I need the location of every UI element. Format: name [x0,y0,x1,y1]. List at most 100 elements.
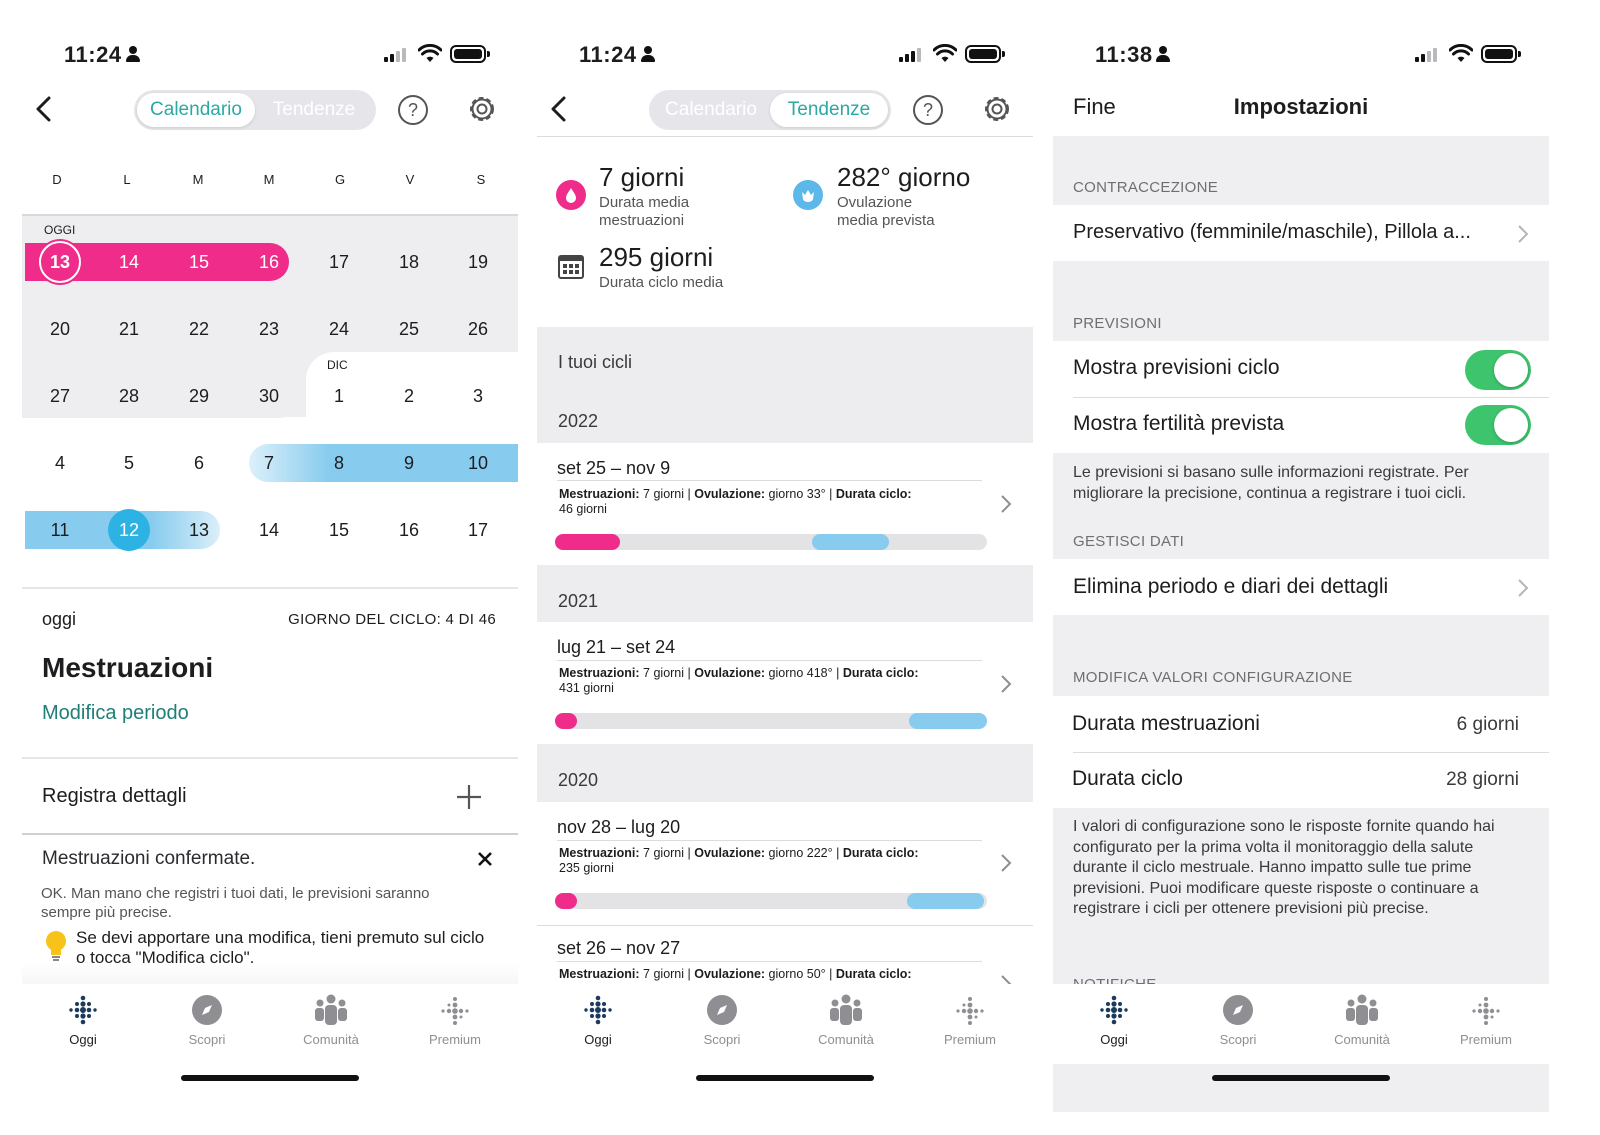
delete-data-row[interactable]: Elimina periodo e diari dei dettagli [1053,559,1549,615]
tab-oggi[interactable]: Oggi [28,992,138,1047]
trends-screen: 11:24 Calendario Tendenze ? 7 giorni Dur… [537,22,1033,1112]
calendar-day[interactable]: 29 [164,377,234,415]
tab-oggi[interactable]: Oggi [543,992,653,1047]
calendar-day[interactable]: 13 [25,243,95,281]
tab-oggi[interactable]: Oggi [1059,992,1169,1047]
calendar-day[interactable]: 17 [443,511,513,549]
avg-ovulation-label: Ovulazione [837,194,913,211]
status-bar: 11:24 [537,38,1033,72]
cycles-header-block [537,327,1033,443]
cycle-range: lug 21 – set 24 [557,637,676,657]
calendar-divider [22,214,518,216]
calendar-day[interactable]: 30 [234,377,304,415]
back-chevron-icon[interactable] [547,94,571,124]
gear-icon[interactable] [980,92,1014,126]
row-value: 28 giorni [1446,769,1519,790]
calendar-day[interactable]: 8 [304,444,374,482]
calendar-day[interactable]: 23 [234,310,304,348]
calendar-day[interactable]: 13 [164,511,234,549]
avg-period-value: 7 giorni [599,162,685,192]
status-time: 11:24 [64,42,122,67]
calendar-day[interactable]: 15 [304,511,374,549]
wifi-icon [933,44,957,62]
calendar-day[interactable]: 6 [164,444,234,482]
add-icon[interactable] [455,783,483,811]
calendar-day[interactable]: 21 [94,310,164,348]
fertile-segment [811,534,890,550]
calendar-day[interactable]: 19 [443,243,513,281]
calendar-day[interactable]: 20 [25,310,95,348]
edit-period-link[interactable]: Modifica periodo [42,702,189,725]
gear-icon[interactable] [465,92,499,126]
calendar-day[interactable]: 16 [374,511,444,549]
tab-scopri[interactable]: Scopri [1183,992,1293,1047]
help-icon[interactable]: ? [398,95,428,125]
person-icon [1156,46,1170,64]
period-segment [555,713,577,729]
calendar-day[interactable]: 5 [94,444,164,482]
close-icon[interactable] [478,852,492,866]
year-block [537,565,1033,622]
calendar-day[interactable]: 11 [25,511,95,549]
tab-comunita[interactable]: Comunità [276,992,386,1047]
calendar-day[interactable]: 10 [443,444,513,482]
fertile-segment [909,713,987,729]
fitbit-dots-icon [584,995,612,1025]
contraception-row[interactable]: Preservativo (femminile/maschile), Pillo… [1053,205,1549,261]
calendar-day[interactable]: 24 [304,310,374,348]
tab-scopri[interactable]: Scopri [152,992,262,1047]
log-details-label: Registra dettagli [42,785,187,807]
bar-track [555,534,987,550]
tab-calendario[interactable]: Calendario [652,93,770,127]
calendar-day[interactable]: 2 [374,377,444,415]
section-header: GESTISCI DATI [1073,533,1185,550]
tab-tendenze[interactable]: Tendenze [255,93,373,127]
calendar-day[interactable]: 15 [164,243,234,281]
tab-premium[interactable]: Premium [915,992,1025,1047]
status-bar: 11:38 [1053,38,1549,72]
battery-icon [450,45,490,63]
tab-premium[interactable]: Premium [1431,992,1541,1047]
calendar-day[interactable]: 14 [94,243,164,281]
calendar-day[interactable]: 1 [304,377,374,415]
weekday-label: V [405,172,415,187]
calendar-day[interactable]: 27 [25,377,95,415]
calendar-day[interactable]: 3 [443,377,513,415]
tab-comunita[interactable]: Comunità [1307,992,1417,1047]
fertility-prediction-toggle[interactable] [1465,405,1531,445]
tab-tendenze[interactable]: Tendenze [770,93,888,127]
calendar-day[interactable]: 18 [374,243,444,281]
back-chevron-icon[interactable] [32,94,56,124]
calendar-day[interactable]: 9 [374,444,444,482]
cycles-header: I tuoi cicli [558,352,633,372]
tab-label: Premium [428,1032,481,1047]
divider [22,587,518,589]
person-icon [126,46,140,64]
help-icon[interactable]: ? [913,95,943,125]
tab-label: Comunità [303,1032,359,1047]
calendar-day[interactable]: 26 [443,310,513,348]
cycle-range: nov 28 – lug 20 [557,817,681,837]
compass-icon [707,995,737,1025]
signal-icon [384,48,410,62]
row-label: Elimina periodo e diari dei dettagli [1073,575,1389,598]
calendar-day[interactable]: 12 [94,511,164,549]
calendar-day[interactable]: 28 [94,377,164,415]
calendar-day[interactable]: 14 [234,511,304,549]
calendar-day[interactable]: 16 [234,243,304,281]
top-nav: Calendario Tendenze ? [537,82,1033,138]
divider [537,925,1033,926]
calendar-day[interactable]: 7 [234,444,304,482]
cycle-meta: Mestruazioni: 7 giorni | Ovulazione: gio… [559,846,919,875]
calendar-day[interactable]: 4 [25,444,95,482]
calendar-day[interactable]: 22 [164,310,234,348]
cycle-prediction-toggle[interactable] [1465,350,1531,390]
tab-premium[interactable]: Premium [400,992,510,1047]
calendar-day[interactable]: 17 [304,243,374,281]
divider [1073,397,1549,398]
tab-comunita[interactable]: Comunità [791,992,901,1047]
calendar-day[interactable]: 25 [374,310,444,348]
year-label: 2022 [558,411,599,431]
tab-calendario[interactable]: Calendario [137,93,255,127]
tab-scopri[interactable]: Scopri [667,992,777,1047]
